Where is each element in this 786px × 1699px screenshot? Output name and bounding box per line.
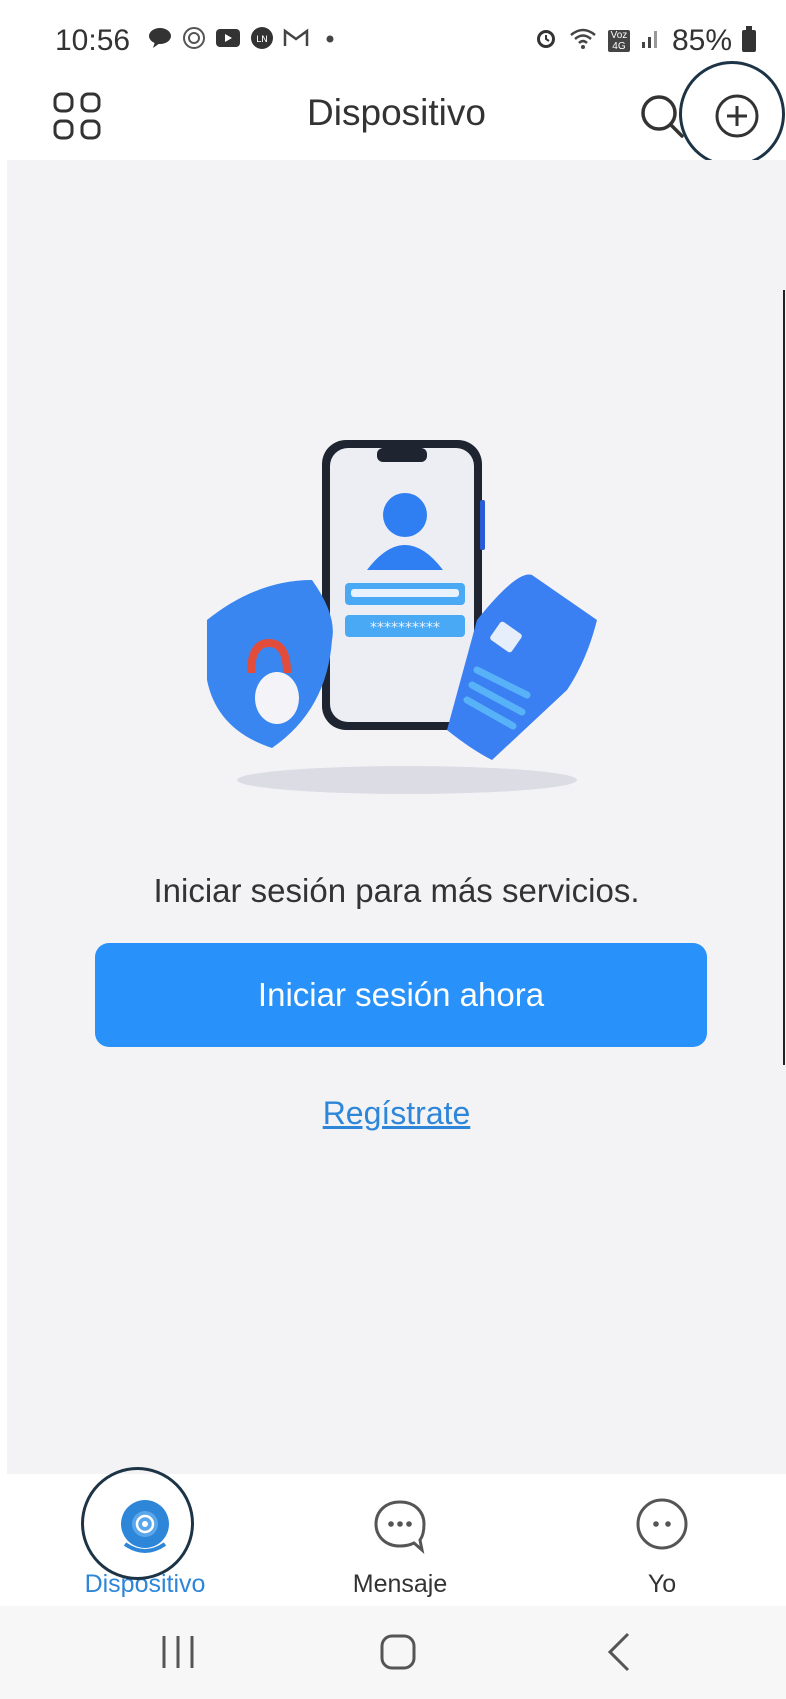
home-icon	[380, 1634, 416, 1670]
back-icon	[607, 1632, 630, 1672]
youtube-icon	[215, 26, 241, 50]
battery-percent: 85%	[671, 24, 732, 57]
notification-icons: LN	[147, 26, 343, 50]
recent-apps-icon	[162, 1636, 194, 1668]
tv-icon	[181, 26, 207, 50]
alarm-icon	[534, 24, 558, 58]
gmail-icon	[283, 26, 309, 50]
signal-icon	[640, 24, 662, 58]
volte-icon: Voz 4G	[607, 30, 630, 52]
svg-text:LN: LN	[256, 35, 268, 45]
status-time: 10:56	[55, 24, 131, 57]
dot-icon	[317, 26, 343, 50]
nav-label-mensaje: Mensaje	[352, 1570, 448, 1598]
nav-label-yo: Yo	[647, 1570, 677, 1598]
register-link[interactable]: Regístrate	[7, 1095, 786, 1132]
login-prompt: Iniciar sesión para más servicios.	[153, 872, 640, 909]
home-button[interactable]	[358, 1620, 438, 1684]
wifi-icon	[568, 24, 598, 58]
status-bar: 10:56 LN Voz 4G 85%	[7, 0, 786, 84]
scroll-indicator	[783, 290, 785, 1065]
profile-icon	[632, 1496, 692, 1556]
app-header: Dispositivo	[7, 84, 786, 160]
highlight-ring-add	[679, 61, 785, 167]
password-mask: **********	[370, 620, 440, 636]
grid-icon	[53, 92, 101, 140]
login-now-button[interactable]: Iniciar sesión ahora	[95, 943, 707, 1047]
recent-apps-button[interactable]	[138, 1620, 218, 1684]
ln-icon: LN	[249, 26, 275, 50]
status-right: Voz 4G 85%	[534, 24, 756, 58]
system-nav-bar	[0, 1606, 786, 1699]
nav-item-mensaje[interactable]: Mensaje	[300, 1474, 500, 1606]
highlight-ring-dispositivo	[81, 1467, 194, 1580]
back-button[interactable]	[580, 1620, 660, 1684]
message-icon	[370, 1496, 430, 1556]
chat-bubble-icon	[147, 26, 173, 50]
battery-icon	[742, 26, 756, 52]
grid-menu-button[interactable]	[50, 89, 106, 145]
nav-item-yo[interactable]: Yo	[562, 1474, 762, 1606]
login-illustration: **********	[187, 430, 627, 810]
main-content: ********** Iniciar sesión para más servi…	[7, 160, 786, 1474]
